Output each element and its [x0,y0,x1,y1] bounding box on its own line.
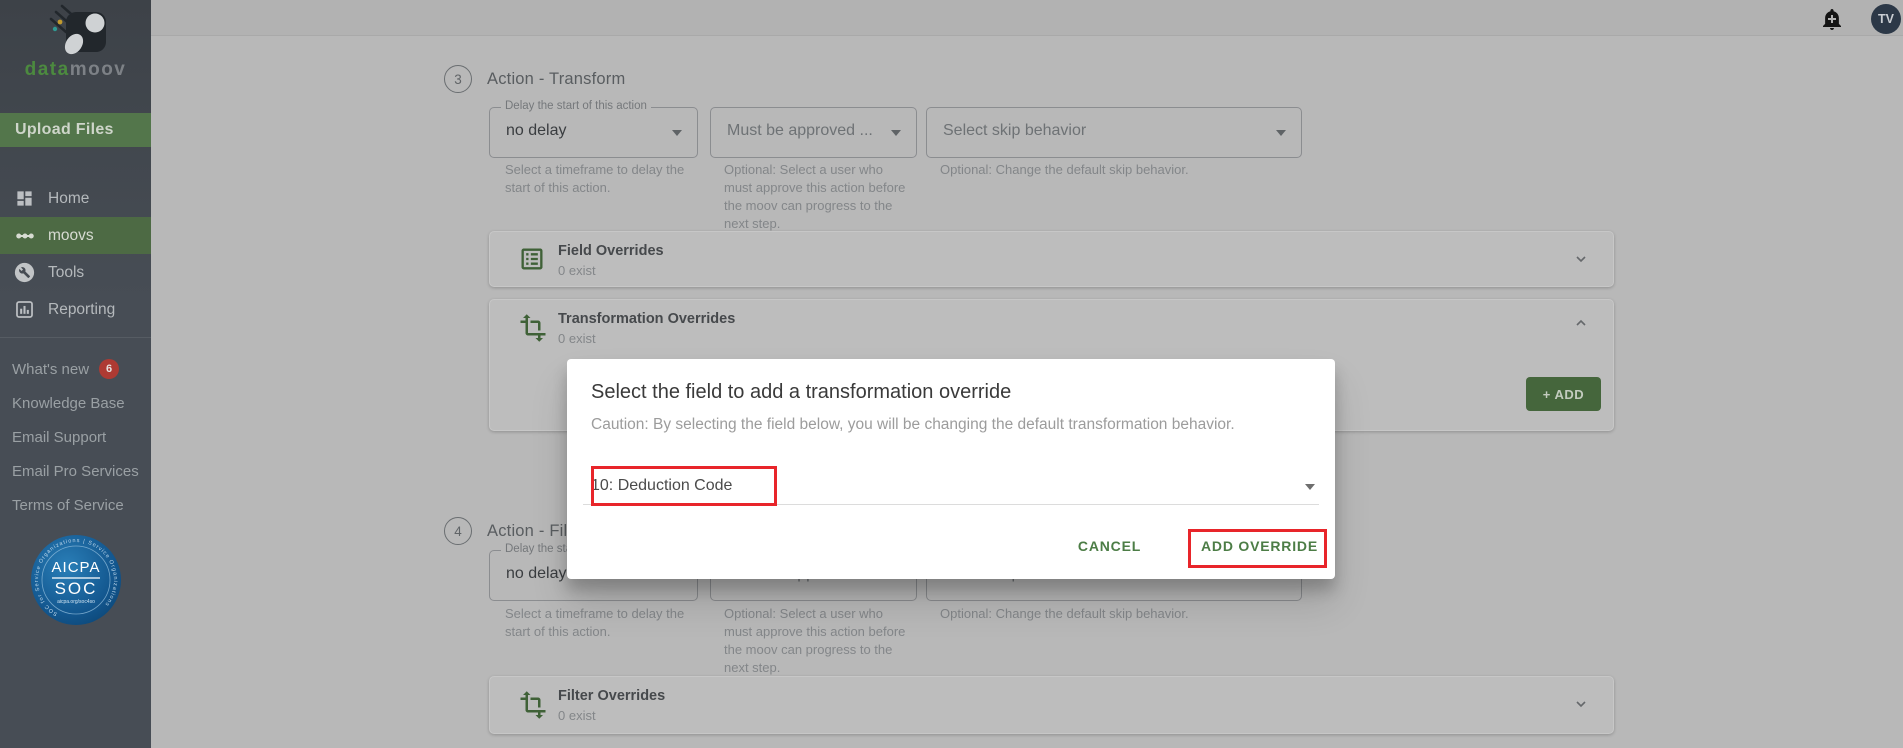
aicpa-soc-badge: AICPA SOC aicpa.org/soc4so SOC for Servi… [30,534,122,626]
card-count: 0 exist [558,331,596,346]
add-override-open-button[interactable]: + ADD [1526,377,1601,411]
moovs-dots-icon [14,225,35,246]
chevron-down-icon [672,130,682,136]
delay-select-label: Delay the start of this action [501,100,651,112]
wrench-icon [14,262,35,283]
chevron-down-icon[interactable] [1573,696,1589,717]
delay-helper-text: Select a timeframe to delay the start of… [505,606,685,639]
list-alt-icon [518,245,546,278]
link-label: Email Support [12,428,107,446]
field-select-value: 10: Deduction Code [591,477,733,494]
delay-select-value: no delay [506,122,567,139]
approver-helper-text: Optional: Select a user who must approve… [724,162,906,231]
sidebar-item-label: moovs [48,226,94,244]
cancel-button[interactable]: CANCEL [1072,538,1147,554]
link-label: Email Pro Services [12,462,139,480]
chevron-down-icon [1276,130,1286,136]
link-terms-of-service[interactable]: Terms of Service [12,488,151,522]
card-count: 0 exist [558,263,596,278]
link-whats-new[interactable]: What's new 6 [12,352,151,386]
filter-overrides-card[interactable]: Filter Overrides 0 exist [489,676,1614,734]
sidebar: datamoov Upload Files Home moovs Tools R… [0,0,151,748]
brand-name-moov: moov [69,59,127,80]
field-select[interactable]: 10: Deduction Code [583,466,1319,506]
datamoov-logo-icon [38,4,116,58]
dialog-caution-text: Caution: By selecting the field below, y… [591,416,1235,433]
card-title: Field Overrides [558,243,664,259]
approver-select-step3[interactable]: Must be approved ... [710,107,917,158]
approver-select-value: Must be approved ... [727,122,873,139]
whats-new-count-badge: 6 [99,359,120,379]
svg-text:AICPA: AICPA [52,559,101,576]
delay-select-value: no delay [506,565,567,582]
user-avatar[interactable]: TV [1871,4,1901,34]
chevron-down-icon [891,130,901,136]
brand-name-data: data [24,59,70,80]
svg-text:SOC: SOC [55,579,98,598]
sidebar-item-moovs[interactable]: moovs [0,217,151,254]
chevron-down-icon[interactable] [1573,251,1589,272]
upload-files-button[interactable]: Upload Files [0,113,151,147]
sidebar-item-label: Tools [48,263,85,281]
bar-chart-icon [14,299,35,320]
card-title: Filter Overrides [558,688,666,704]
chevron-down-icon [1305,484,1315,490]
skip-behavior-select-step3[interactable]: Select skip behavior [926,107,1302,158]
skip-helper-text: Optional: Change the default skip behavi… [940,606,1189,621]
delay-helper-text: Select a timeframe to delay the start of… [505,162,685,195]
transform-icon [518,690,548,725]
approver-helper-text: Optional: Select a user who must approve… [724,606,906,675]
sidebar-nav: Home moovs Tools Reporting [0,180,151,328]
sidebar-item-label: Reporting [48,300,116,318]
card-count: 0 exist [558,708,596,723]
transform-icon [518,313,548,348]
step-3-indicator: 3 [444,65,472,93]
link-label: Knowledge Base [12,394,125,412]
dialog-title: Select the field to add a transformation… [591,381,1012,403]
sidebar-item-tools[interactable]: Tools [0,254,151,291]
link-label: Terms of Service [12,496,124,514]
step-4-indicator: 4 [444,517,472,545]
link-label: What's new [12,360,90,378]
sidebar-divider [0,337,151,338]
step-3-title: Action - Transform [487,70,626,88]
link-email-pro-services[interactable]: Email Pro Services [12,454,151,488]
sidebar-item-home[interactable]: Home [0,180,151,217]
add-alert-bell-icon[interactable] [1820,7,1844,31]
link-email-support[interactable]: Email Support [12,420,151,454]
home-grid-icon [14,188,35,209]
app-window: datamoov Upload Files Home moovs Tools R… [0,0,1903,748]
brand-name: datamoov [0,59,151,81]
add-transformation-override-dialog: Select the field to add a transformation… [567,359,1335,579]
add-override-button[interactable]: ADD OVERRIDE [1197,538,1322,554]
field-overrides-card[interactable]: Field Overrides 0 exist [489,231,1614,287]
skip-behavior-select-value: Select skip behavior [943,122,1087,139]
sidebar-links: What's new 6 Knowledge Base Email Suppor… [12,352,151,522]
sidebar-item-reporting[interactable]: Reporting [0,291,151,328]
link-knowledge-base[interactable]: Knowledge Base [12,386,151,420]
skip-helper-text: Optional: Change the default skip behavi… [940,162,1189,177]
sidebar-item-label: Home [48,189,90,207]
topbar: TV [151,0,1903,36]
svg-text:aicpa.org/soc4so: aicpa.org/soc4so [57,599,95,605]
delay-select-step3[interactable]: Delay the start of this action no delay [489,100,698,158]
chevron-up-icon[interactable] [1573,315,1589,336]
card-title: Transformation Overrides [558,311,736,327]
